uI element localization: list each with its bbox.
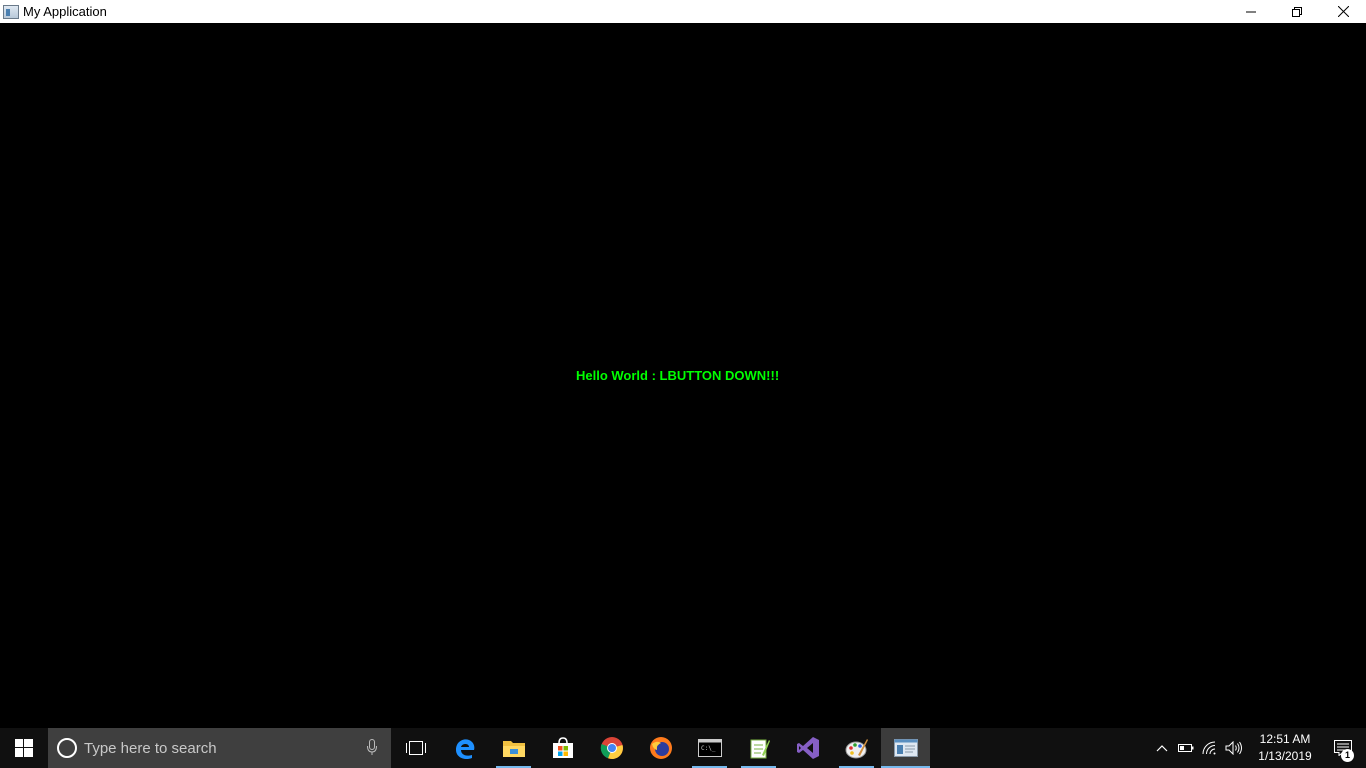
visual-studio-icon <box>796 737 819 759</box>
task-view-button[interactable] <box>391 728 440 768</box>
microphone-icon[interactable] <box>367 739 377 756</box>
taskbar-edge[interactable] <box>440 728 489 768</box>
edge-icon <box>455 739 474 760</box>
firefox-icon <box>649 737 672 759</box>
chrome-icon <box>600 737 623 760</box>
chevron-up-icon <box>1156 745 1168 752</box>
svg-text:C:\_: C:\_ <box>701 745 716 752</box>
title-bar[interactable]: My Application <box>0 0 1366 23</box>
taskbar-notepad-plus-plus[interactable] <box>734 728 783 768</box>
app-window-icon[interactable] <box>3 4 19 19</box>
paint-icon <box>845 739 868 759</box>
cmd-icon: C:\_ <box>697 739 722 757</box>
clock-date: 1/13/2019 <box>1258 749 1312 763</box>
action-center-button[interactable]: 1 <box>1320 728 1366 768</box>
battery-icon <box>1178 744 1194 752</box>
taskbar-paint[interactable] <box>832 728 881 768</box>
taskbar-my-application[interactable] <box>881 728 930 768</box>
wifi-icon <box>1202 741 1216 755</box>
battery-button[interactable] <box>1174 728 1198 768</box>
network-button[interactable] <box>1198 728 1222 768</box>
window-title: My Application <box>23 4 107 19</box>
notepadpp-icon <box>750 739 770 759</box>
minimize-icon <box>1246 11 1256 12</box>
start-button[interactable] <box>0 728 48 768</box>
notification-count-badge: 1 <box>1341 749 1354 762</box>
taskbar-store[interactable] <box>538 728 587 768</box>
taskbar: Type here to search C:\_ 12:51 AM 1/13/2… <box>0 728 1366 768</box>
system-tray: 12:51 AM 1/13/2019 1 <box>1150 728 1366 768</box>
show-hidden-icons-button[interactable] <box>1150 728 1174 768</box>
restore-icon <box>1292 6 1302 17</box>
speaker-icon <box>1225 741 1242 755</box>
folder-icon <box>502 741 525 757</box>
taskbar-file-explorer[interactable] <box>489 728 538 768</box>
volume-button[interactable] <box>1222 728 1246 768</box>
taskbar-clock[interactable]: 12:51 AM 1/13/2019 <box>1250 731 1320 765</box>
taskbar-visual-studio[interactable] <box>783 728 832 768</box>
store-icon <box>552 737 573 758</box>
search-box[interactable]: Type here to search <box>48 728 391 768</box>
client-area[interactable]: Hello World : LBUTTON DOWN!!! <box>0 23 1366 728</box>
close-button[interactable] <box>1320 0 1366 23</box>
minimize-button[interactable] <box>1228 0 1274 23</box>
restore-button[interactable] <box>1274 0 1320 23</box>
taskbar-chrome[interactable] <box>587 728 636 768</box>
window-controls <box>1228 0 1366 23</box>
hello-message: Hello World : LBUTTON DOWN!!! <box>576 368 780 383</box>
task-view-icon <box>405 741 426 755</box>
windows-logo-icon <box>15 739 33 757</box>
taskbar-command-prompt[interactable]: C:\_ <box>685 728 734 768</box>
taskbar-firefox[interactable] <box>636 728 685 768</box>
close-icon <box>1337 6 1349 17</box>
cortana-icon <box>57 738 77 758</box>
clock-time: 12:51 AM <box>1259 732 1311 746</box>
search-placeholder: Type here to search <box>84 739 217 757</box>
app-window-icon <box>893 739 918 757</box>
